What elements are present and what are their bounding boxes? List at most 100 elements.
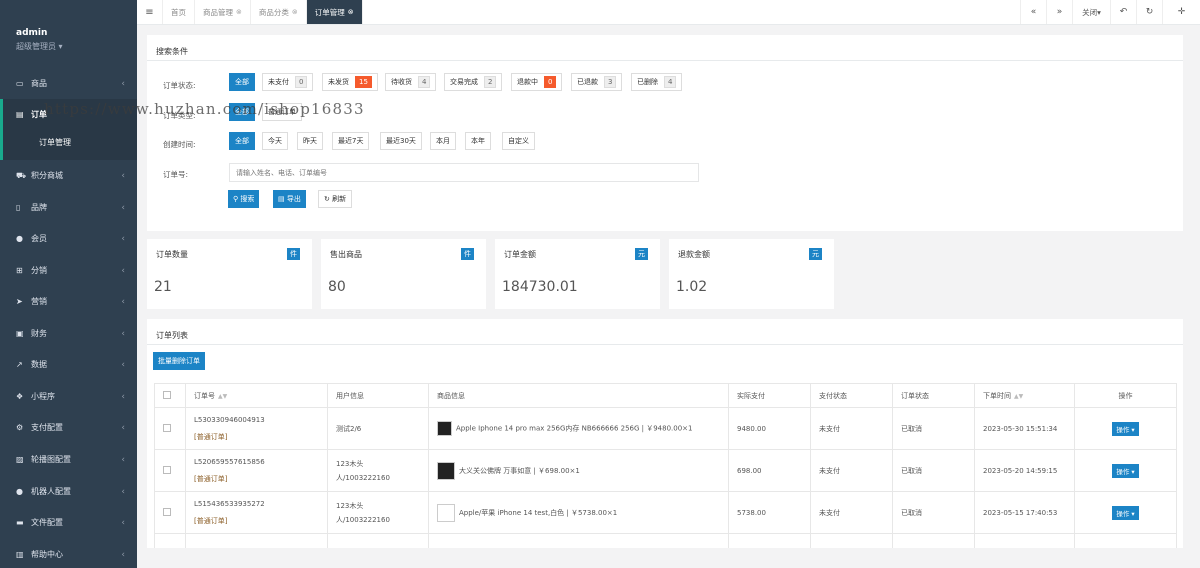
order-status: 已取消: [892, 491, 975, 534]
sidebar-item-distribution[interactable]: ⊞ 分销 ‹: [0, 255, 137, 286]
close-tab-icon[interactable]: ⊗: [292, 8, 298, 16]
robot-icon: ●: [16, 487, 23, 496]
sidebar-item-goods[interactable]: ▭ 商品 ‹: [0, 68, 137, 99]
col-pay-status: 支付状态: [810, 383, 893, 408]
time-filter-year[interactable]: 本年: [465, 132, 491, 150]
chevron-left-icon: ‹: [121, 233, 125, 244]
book-icon: ▥: [16, 550, 24, 559]
type-filter-all[interactable]: 全部: [229, 103, 255, 121]
sidebar-item-data[interactable]: ↗ 数据 ‹: [0, 349, 137, 380]
sidebar-subitem-order-manage[interactable]: 订单管理: [0, 128, 137, 160]
scroll-left-button[interactable]: «: [1020, 0, 1046, 24]
sidebar-item-robot-config[interactable]: ● 机器人配置 ‹: [0, 476, 137, 507]
count-badge: 4: [664, 76, 677, 88]
profile-name[interactable]: admin: [16, 28, 137, 38]
select-all-checkbox[interactable]: [163, 390, 171, 399]
status-filter-unpaid[interactable]: 未支付 0: [262, 73, 314, 91]
order-status: 已取消: [892, 407, 975, 450]
chevron-left-icon: ‹: [121, 549, 125, 560]
order-time: 2023-05-20 14:59:15: [974, 449, 1075, 492]
pay-status: 未支付: [810, 407, 893, 450]
mobile-icon: ▯: [16, 203, 21, 212]
type-filter-normal[interactable]: 普通订单: [262, 103, 302, 121]
chevron-left-icon: ‹: [121, 422, 125, 433]
batch-delete-button[interactable]: 批量删除订单: [153, 352, 205, 370]
chevron-left-icon: ‹: [121, 296, 125, 307]
close-menu-button[interactable]: 关闭 ▾: [1072, 0, 1110, 24]
scroll-right-button[interactable]: »: [1046, 0, 1072, 24]
search-button[interactable]: ⚲ 搜索: [228, 190, 260, 208]
sidebar-item-points-mall[interactable]: ⛟ 积分商城 ‹: [0, 160, 137, 191]
status-filter-deleted[interactable]: 已删除 4: [631, 73, 683, 91]
status-filter-completed[interactable]: 交易完成 2: [444, 73, 503, 91]
status-filter-unshipped[interactable]: 未发货 15: [322, 73, 378, 91]
row-checkbox[interactable]: [163, 507, 171, 516]
count-badge: 3: [604, 76, 617, 88]
time-filter-month[interactable]: 本月: [430, 132, 456, 150]
sidebar-item-finance[interactable]: ▣ 财务 ‹: [0, 318, 137, 349]
table-row: L515436533935272 [普通订单] 123木头人/1003222160…: [154, 491, 1177, 534]
status-filter-refunded[interactable]: 已退款 3: [571, 73, 623, 91]
row-action-button[interactable]: 操作 ▾: [1112, 463, 1139, 478]
tab-order-manage[interactable]: 订单管理 ⊗: [306, 0, 363, 24]
sidebar: admin 超级管理员 ▾ ▭ 商品 ‹ ▤ 订单 订单管理 ⛟ 积分商城 ‹ ▯ 品牌 ‹ …: [0, 0, 137, 568]
sidebar-item-member[interactable]: ● 会员 ‹: [0, 223, 137, 254]
stat-badge: 元: [635, 248, 648, 260]
status-filter-refunding[interactable]: 退款中 0: [511, 73, 563, 91]
order-number: L515436533935272: [194, 499, 265, 508]
profile: admin 超级管理员 ▾: [0, 0, 137, 62]
export-button[interactable]: ▤ 导出: [273, 190, 306, 208]
time-filter-last7[interactable]: 最近7天: [332, 132, 370, 150]
time-filter-custom[interactable]: 自定义: [502, 132, 535, 150]
order-number: L520659557615856: [194, 457, 265, 466]
sitemap-icon: ⊞: [16, 266, 23, 275]
time-filter-last30[interactable]: 最近30天: [380, 132, 422, 150]
sidebar-item-payment-config[interactable]: ⚙ 支付配置 ‹: [0, 412, 137, 443]
close-tab-icon[interactable]: ⊗: [236, 8, 242, 16]
status-filter-awaiting-receipt[interactable]: 待收货 4: [385, 73, 437, 91]
sidebar-item-banner-config[interactable]: ▨ 轮播图配置 ‹: [0, 444, 137, 475]
row-action-button[interactable]: 操作 ▾: [1112, 505, 1139, 520]
menu-toggle-button[interactable]: ≡: [137, 0, 163, 24]
refresh-button[interactable]: ↻ 刷新: [318, 190, 353, 208]
sidebar-item-file-config[interactable]: ▬ 文件配置 ‹: [0, 507, 137, 538]
tab-goods-manage[interactable]: 商品管理 ⊗: [195, 0, 251, 24]
fullscreen-button[interactable]: ✛: [1162, 0, 1200, 24]
sidebar-item-brand[interactable]: ▯ 品牌 ‹: [0, 192, 137, 223]
order-list-panel: 订单列表 批量删除订单 订单号 ▲▼ 用户信息 商品信息 实际支付 支付状态 订单…: [147, 319, 1183, 548]
time-filter-all[interactable]: 全部: [229, 132, 255, 150]
status-filter-all[interactable]: 全部: [229, 73, 255, 91]
refresh-tab-button[interactable]: ↻: [1136, 0, 1162, 24]
chevron-left-icon: ‹: [121, 517, 125, 528]
sidebar-item-miniprogram[interactable]: ❖ 小程序 ‹: [0, 381, 137, 412]
row-checkbox[interactable]: [163, 423, 171, 432]
product-info: 大义关公佛牌 万事如意 | ￥698.00×1: [459, 466, 580, 475]
search-input[interactable]: [229, 163, 699, 182]
tab-home[interactable]: 首页: [163, 0, 195, 24]
time-filter-today[interactable]: 今天: [262, 132, 288, 150]
chevron-left-icon: ‹: [121, 359, 125, 370]
stat-card-refund-amount: 退款金额 元 1.02: [669, 239, 834, 309]
table-row: L530330946004913 [普通订单] 测试2/6 Apple Iphon…: [154, 407, 1177, 450]
monitor-icon: ▭: [16, 79, 24, 88]
count-badge: 2: [484, 76, 497, 88]
close-tab-icon[interactable]: ⊗: [348, 8, 354, 16]
back-button[interactable]: ↶: [1110, 0, 1136, 24]
stat-card-order-count: 订单数量 件 21: [147, 239, 312, 309]
count-badge: 0: [544, 76, 557, 88]
sidebar-item-help-center[interactable]: ▥ 帮助中心 ‹: [0, 539, 137, 568]
profile-role[interactable]: 超级管理员 ▾: [16, 41, 137, 52]
col-order-no[interactable]: 订单号 ▲▼: [185, 383, 328, 408]
sidebar-item-marketing[interactable]: ➤ 营销 ‹: [0, 286, 137, 317]
user-icon: ●: [16, 234, 23, 243]
stat-title: 订单金额: [504, 250, 536, 259]
col-order-time[interactable]: 下单时间 ▲▼: [974, 383, 1075, 408]
row-action-button[interactable]: 操作 ▾: [1112, 421, 1139, 436]
tab-goods-category[interactable]: 商品分类 ⊗: [251, 0, 307, 24]
stat-title: 售出商品: [330, 250, 362, 259]
time-filter-yesterday[interactable]: 昨天: [297, 132, 323, 150]
sidebar-item-orders[interactable]: ▤ 订单: [0, 99, 137, 130]
row-checkbox[interactable]: [163, 465, 171, 474]
send-icon: ➤: [16, 297, 23, 306]
order-type-tag: [普通订单]: [194, 474, 228, 483]
